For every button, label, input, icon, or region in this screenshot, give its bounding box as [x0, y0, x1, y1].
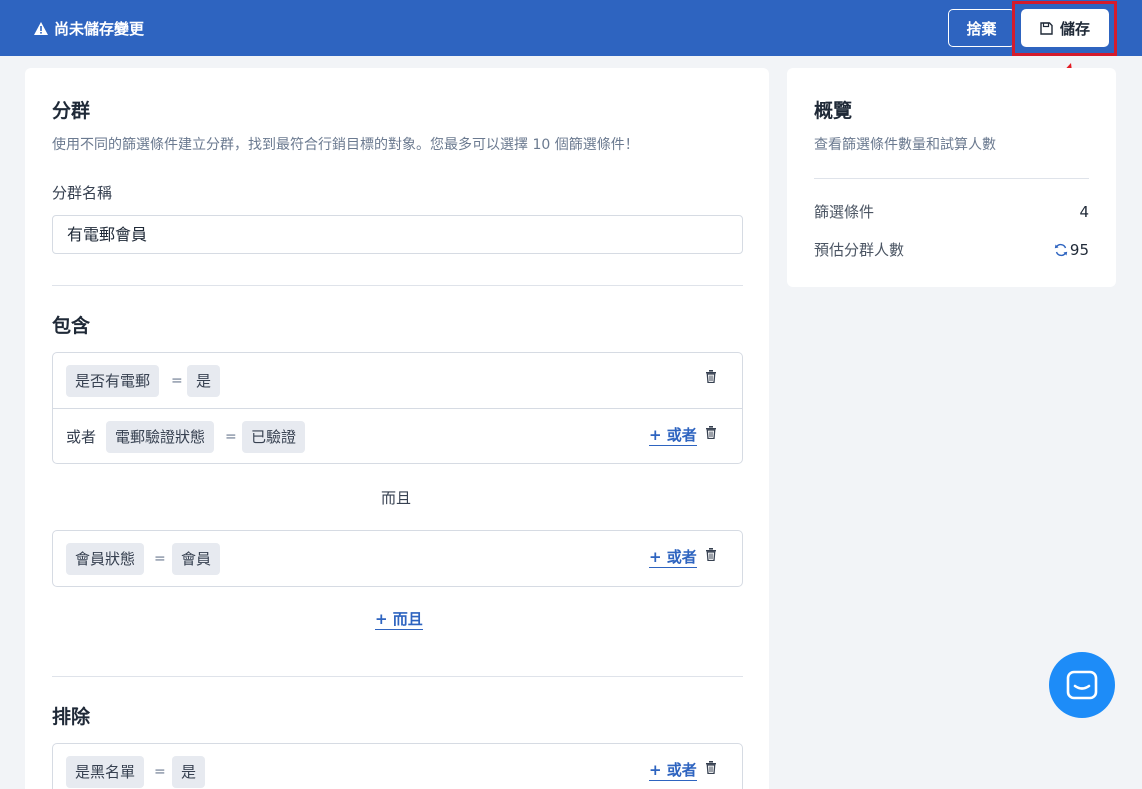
- add-or-button[interactable]: + 或者: [649, 760, 697, 781]
- condition-group: 是黑名單 = 是 + 或者: [52, 743, 743, 789]
- divider: [52, 676, 743, 677]
- chat-launcher-button[interactable]: [1049, 652, 1115, 718]
- segment-title: 分群: [52, 100, 91, 122]
- divider: [814, 178, 1089, 179]
- include-title: 包含: [52, 315, 91, 337]
- operator: =: [225, 429, 237, 445]
- trash-icon[interactable]: [705, 761, 717, 774]
- condition-group: 是否有電郵 = 是 或者 電郵驗證狀態 = 已驗證 + 或者: [52, 352, 743, 464]
- estimate-label: 預估分群人數: [814, 241, 905, 259]
- field-chip[interactable]: 會員狀態: [66, 543, 145, 575]
- segment-name-label: 分群名稱: [52, 184, 113, 202]
- overview-title: 概覽: [814, 100, 853, 122]
- add-or-button[interactable]: + 或者: [649, 425, 697, 446]
- divider: [52, 285, 743, 286]
- trash-icon[interactable]: [705, 426, 717, 439]
- estimate-row: 預估分群人數 95: [814, 239, 1089, 260]
- top-bar: 尚未儲存變更 捨棄 儲存: [0, 0, 1142, 56]
- operator: =: [171, 373, 183, 389]
- condition-group: 會員狀態 = 會員 + 或者: [52, 530, 743, 587]
- estimate-value-wrap: 95: [1054, 241, 1089, 259]
- condition-row: 是黑名單 = 是 + 或者: [53, 744, 742, 789]
- value-chip[interactable]: 是: [187, 365, 221, 397]
- value-chip[interactable]: 已驗證: [242, 421, 306, 453]
- add-and-button[interactable]: + 而且: [375, 609, 423, 630]
- trash-icon[interactable]: [705, 370, 717, 383]
- filter-count-value: 4: [1079, 202, 1089, 221]
- discard-label: 捨棄: [966, 19, 997, 38]
- or-prefix: 或者: [66, 428, 97, 446]
- operator: =: [154, 764, 166, 780]
- filter-count-label: 篩選條件: [814, 203, 875, 221]
- estimate-value: 95: [1069, 240, 1089, 259]
- operator: =: [154, 551, 166, 567]
- value-chip[interactable]: 會員: [172, 543, 221, 575]
- condition-row: 是否有電郵 = 是: [53, 353, 742, 408]
- warning-icon: [34, 22, 48, 35]
- segment-card: 分群 使用不同的篩選條件建立分群，找到最符合行銷目標的對象。您最多可以選擇 10…: [25, 68, 769, 789]
- exclude-title: 排除: [52, 706, 91, 728]
- field-chip[interactable]: 是黑名單: [66, 756, 145, 788]
- and-separator: 而且: [381, 489, 412, 507]
- segment-name-input[interactable]: 有電郵會員: [52, 215, 743, 254]
- save-highlight-box: [1012, 1, 1117, 56]
- chat-icon: [1066, 670, 1098, 700]
- field-chip[interactable]: 電郵驗證狀態: [106, 421, 215, 453]
- refresh-icon[interactable]: [1054, 243, 1068, 257]
- value-chip[interactable]: 是: [172, 756, 206, 788]
- condition-row: 會員狀態 = 會員 + 或者: [53, 531, 742, 586]
- unsaved-warning: 尚未儲存變更: [34, 18, 144, 39]
- condition-row: 或者 電郵驗證狀態 = 已驗證 + 或者: [53, 408, 742, 463]
- warning-text: 尚未儲存變更: [54, 20, 145, 38]
- overview-description: 查看篩選條件數量和試算人數: [814, 137, 996, 153]
- trash-icon[interactable]: [705, 548, 717, 561]
- field-chip[interactable]: 是否有電郵: [66, 365, 160, 397]
- segment-description: 使用不同的篩選條件建立分群，找到最符合行銷目標的對象。您最多可以選擇 10 個篩…: [52, 137, 639, 153]
- filter-count-row: 篩選條件 4: [814, 201, 1089, 222]
- add-or-button[interactable]: + 或者: [649, 547, 697, 568]
- discard-button[interactable]: 捨棄: [948, 9, 1015, 47]
- overview-card: 概覽 查看篩選條件數量和試算人數 篩選條件 4 預估分群人數 95: [787, 68, 1116, 287]
